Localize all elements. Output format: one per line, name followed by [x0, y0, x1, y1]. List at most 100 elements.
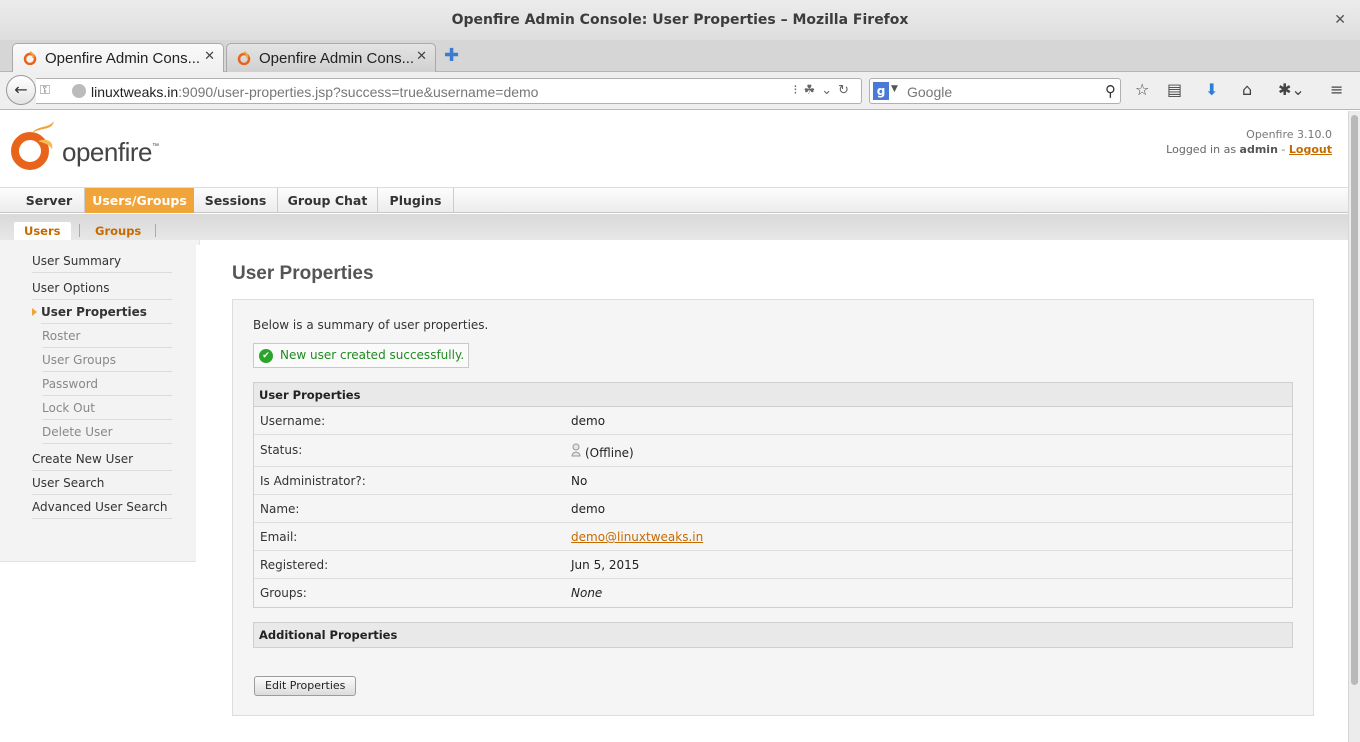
feed-icon[interactable]: ⁝	[793, 83, 803, 98]
tab-label: Openfire Admin Cons...	[259, 50, 415, 67]
sidebar-item-user-options[interactable]: User Options	[32, 276, 172, 300]
scrollbar-thumb[interactable]	[1351, 115, 1358, 685]
navigation-toolbar: ← ⚿ linuxtweaks.in:9090/user-properties.…	[0, 72, 1360, 110]
table-row: Email: demo@linuxtweaks.in	[254, 523, 1292, 551]
success-check-icon: ✔	[259, 349, 273, 363]
sidebar-item-create-new-user[interactable]: Create New User	[32, 447, 172, 471]
nav-users-groups[interactable]: Users/Groups	[85, 188, 194, 213]
search-box[interactable]: g ▼ Google ⚲	[869, 78, 1121, 104]
nav-plugins[interactable]: Plugins	[378, 188, 454, 213]
row-key-status: Status:	[260, 443, 303, 457]
logged-in-label: Logged in as	[1166, 143, 1237, 156]
bookmark-star-icon[interactable]: ☆	[1135, 80, 1149, 99]
table-title: User Properties	[254, 383, 1292, 407]
openfire-logo	[11, 121, 54, 170]
table-row: Name: demo	[254, 495, 1292, 523]
edit-properties-button[interactable]: Edit Properties	[254, 676, 357, 696]
page-scrollbar[interactable]	[1348, 111, 1360, 742]
url-actions: ⁝☘⌄↻	[793, 83, 855, 98]
user-properties-table: User Properties Username: demo Status: (…	[253, 382, 1293, 608]
row-value-is-admin: No	[571, 474, 588, 488]
table-row: Groups: None	[254, 579, 1292, 607]
dropdown-icon[interactable]: ⌄	[821, 83, 838, 98]
main-nav: Server Users/Groups Sessions Group Chat …	[0, 187, 1348, 213]
url-bar[interactable]: ⚿ linuxtweaks.in:9090/user-properties.js…	[36, 78, 862, 104]
row-key-name: Name:	[260, 502, 300, 516]
tab-close-icon[interactable]: ✕	[204, 49, 215, 64]
search-icon[interactable]: ⚲	[1105, 82, 1116, 100]
table-row: Registered: Jun 5, 2015	[254, 551, 1292, 579]
engine-dropdown-icon[interactable]: ▼	[891, 84, 898, 94]
reload-icon[interactable]: ↻	[838, 83, 855, 98]
row-key-groups: Groups:	[260, 586, 307, 600]
openfire-favicon-icon	[23, 51, 37, 65]
sidebar-item-user-properties[interactable]: User Properties	[41, 300, 172, 324]
success-text: New user created successfully.	[280, 348, 465, 362]
sidebar-item-lock-out[interactable]: Lock Out	[42, 396, 172, 420]
subnav-divider	[155, 224, 156, 237]
sidebar-item-user-groups[interactable]: User Groups	[42, 348, 172, 372]
sidebar-item-delete-user[interactable]: Delete User	[42, 420, 172, 444]
logged-in-user: admin	[1239, 143, 1278, 156]
row-key-registered: Registered:	[260, 558, 329, 572]
tab-close-icon[interactable]: ✕	[416, 49, 427, 64]
row-value-username: demo	[571, 414, 606, 428]
current-item-arrow-icon	[32, 308, 37, 316]
status-text: (Offline)	[585, 446, 634, 460]
url-text[interactable]: linuxtweaks.in:9090/user-properties.jsp?…	[91, 84, 538, 100]
logout-link[interactable]: Logout	[1289, 143, 1332, 156]
success-message: ✔ New user created successfully.	[253, 343, 470, 368]
back-arrow-icon: ←	[14, 80, 28, 99]
intro-text: Below is a summary of user properties.	[253, 318, 489, 332]
window-close-icon[interactable]: ✕	[1334, 12, 1346, 28]
addon-icon[interactable]: ☘	[804, 83, 822, 98]
reading-list-icon[interactable]: ▤	[1167, 80, 1182, 99]
window-title: Openfire Admin Console: User Properties …	[451, 12, 909, 28]
sidebar-item-user-summary[interactable]: User Summary	[32, 249, 172, 273]
table-row: Username: demo	[254, 407, 1292, 435]
version-text: Openfire 3.10.0	[1246, 128, 1332, 141]
nav-sessions[interactable]: Sessions	[194, 188, 278, 213]
nav-group-chat[interactable]: Group Chat	[278, 188, 378, 213]
addon-menu-icon[interactable]: ✱⌄	[1278, 80, 1305, 99]
email-link[interactable]: demo@linuxtweaks.in	[571, 530, 703, 544]
tab-label: Openfire Admin Cons...	[45, 50, 201, 67]
search-input[interactable]: Google	[907, 84, 952, 100]
sidebar-item-user-search[interactable]: User Search	[32, 471, 172, 495]
subnav-groups[interactable]: Groups	[95, 222, 141, 240]
hamburger-menu-icon[interactable]: ≡	[1330, 80, 1343, 99]
window-titlebar: Openfire Admin Console: User Properties …	[0, 0, 1360, 40]
download-icon[interactable]: ⬇	[1205, 80, 1218, 99]
sidebar-item-password[interactable]: Password	[42, 372, 172, 396]
url-host: linuxtweaks.in	[91, 84, 179, 100]
identity-key-icon[interactable]: ⚿	[40, 83, 50, 98]
row-key-is-admin: Is Administrator?:	[260, 474, 366, 488]
page-title: User Properties	[232, 263, 374, 284]
properties-panel: Below is a summary of user properties. ✔…	[232, 299, 1314, 716]
logo-wordmark: openfire™	[62, 137, 159, 167]
main-content: User Properties Below is a summary of us…	[196, 245, 1348, 742]
sub-nav-bar	[0, 214, 1348, 240]
new-tab-icon[interactable]: ✚	[444, 45, 459, 66]
row-value-registered: Jun 5, 2015	[571, 558, 640, 572]
url-path: :9090/user-properties.jsp?success=true&u…	[178, 84, 539, 100]
browser-tab-1[interactable]: Openfire Admin Cons... ✕	[12, 43, 224, 73]
site-globe-icon	[72, 84, 86, 98]
table-row: Status: (Offline)	[254, 435, 1292, 467]
subnav-divider	[79, 224, 80, 237]
row-key-email: Email:	[260, 530, 298, 544]
row-value-name: demo	[571, 502, 606, 516]
home-icon[interactable]: ⌂	[1242, 80, 1252, 99]
google-engine-icon[interactable]: g	[873, 82, 889, 100]
nav-server[interactable]: Server	[14, 188, 85, 213]
table-row: Is Administrator?: No	[254, 467, 1292, 495]
header-info: Openfire 3.10.0 Logged in as admin - Log…	[1166, 128, 1332, 156]
additional-properties-header: Additional Properties	[253, 622, 1293, 648]
subnav-users[interactable]: Users	[14, 222, 71, 240]
sidebar-item-roster[interactable]: Roster	[42, 324, 172, 348]
user-offline-icon	[571, 443, 581, 457]
back-button[interactable]: ←	[6, 75, 36, 105]
browser-tab-2[interactable]: Openfire Admin Cons... ✕	[226, 43, 436, 72]
page-viewport: openfire™ Openfire 3.10.0 Logged in as a…	[0, 111, 1348, 742]
sidebar-item-advanced-user-search[interactable]: Advanced User Search	[32, 495, 172, 519]
